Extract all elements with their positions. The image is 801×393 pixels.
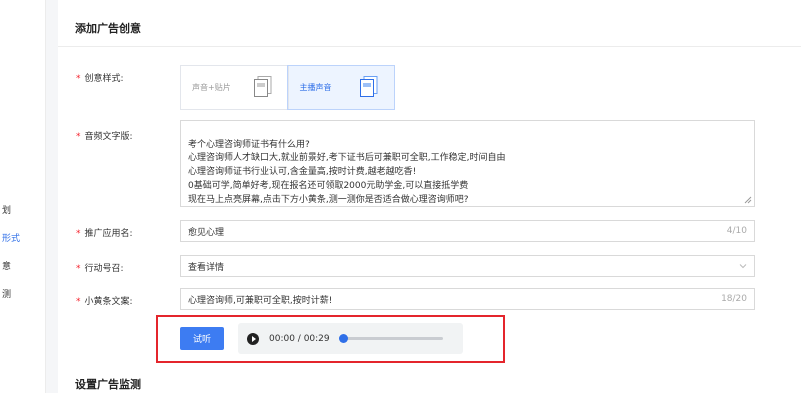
resize-handle-icon[interactable] xyxy=(744,196,752,204)
sidebar-item-format[interactable]: 形式 xyxy=(2,231,20,244)
section-divider xyxy=(58,46,801,47)
style-options: 声音+贴片 主播声音 xyxy=(180,65,395,110)
sidebar-item-plan[interactable]: 划 xyxy=(2,203,11,216)
audio-player: 00:00 / 00:29 xyxy=(238,323,463,354)
banner-label: * 小黄条文案: xyxy=(76,297,133,307)
style-label: * 创意样式: xyxy=(76,74,124,84)
style-option-host-voice[interactable]: 主播声音 xyxy=(286,65,395,110)
try-listen-button[interactable]: 试听 xyxy=(180,327,224,350)
sidebar: 划 形式 意 测 xyxy=(0,0,46,393)
banner-input[interactable]: 心理咨询师,可兼职可全职,按时计薪! 18/20 xyxy=(180,288,755,310)
style-option-sound-sticker[interactable]: 声音+贴片 xyxy=(181,66,288,109)
cta-label: * 行动号召: xyxy=(76,264,124,274)
chevron-down-icon xyxy=(739,264,747,269)
sidebar-item-monitor[interactable]: 测 xyxy=(2,287,11,300)
app-name-counter: 4/10 xyxy=(726,226,747,236)
sidebar-item-creative[interactable]: 意 xyxy=(2,259,11,272)
play-icon[interactable] xyxy=(247,332,259,345)
banner-counter: 18/20 xyxy=(721,294,747,304)
required-mark: * xyxy=(76,74,81,84)
voice-preview-icon xyxy=(360,76,378,97)
audio-text-textarea[interactable]: 考个心理咨询师证书有什么用? 心理咨询师人才缺口大,就业前景好,考下证书后可兼职… xyxy=(180,120,755,207)
audio-text-label: * 音频文字版: xyxy=(76,132,133,142)
player-time: 00:00 / 00:29 xyxy=(269,333,330,344)
sticker-preview-icon xyxy=(253,76,271,97)
section2-title: 设置广告监测 xyxy=(75,378,141,391)
cta-select[interactable]: 查看详情 xyxy=(180,255,755,277)
main-panel: 添加广告创意 * 创意样式: 声音+贴片 主播声音 * 音频文字版: 考个心理咨询师… xyxy=(58,0,801,393)
app-name-label: * 推广应用名: xyxy=(76,229,133,239)
app-name-input[interactable]: 愈见心理 4/10 xyxy=(180,220,755,242)
section-title: 添加广告创意 xyxy=(75,22,141,35)
progress-track[interactable] xyxy=(338,334,443,343)
progress-knob[interactable] xyxy=(338,334,348,343)
